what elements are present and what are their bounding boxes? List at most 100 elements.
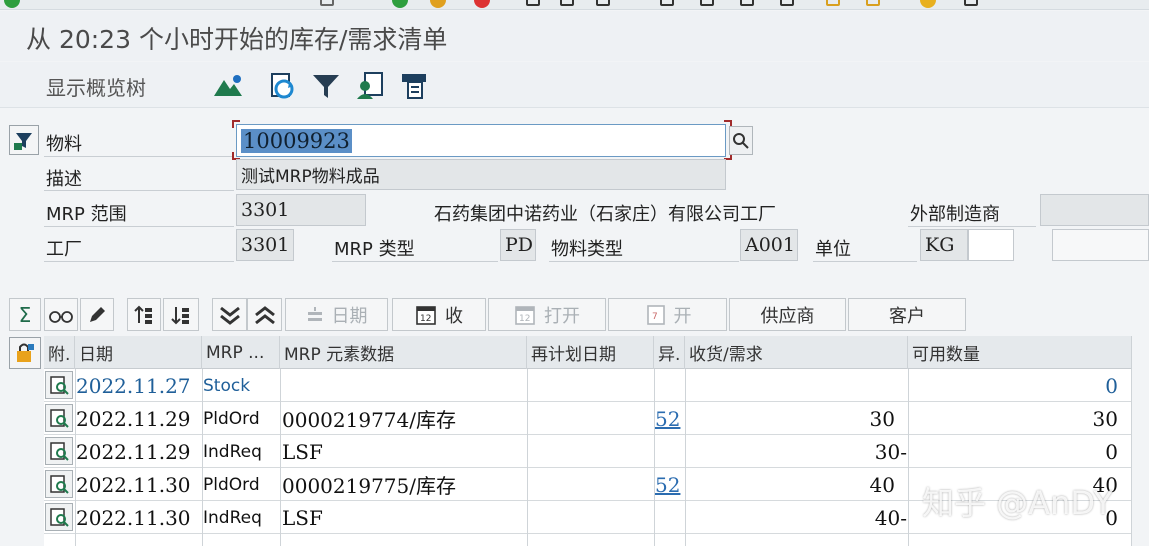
calendar-page-icon: 7 bbox=[646, 304, 665, 325]
column-header-mrp-element[interactable]: MRP ... bbox=[202, 336, 280, 369]
row-mrp-element: IndReq bbox=[203, 507, 262, 528]
person-icon[interactable] bbox=[354, 70, 386, 102]
open-button[interactable]: 12 打开 bbox=[488, 298, 606, 331]
refresh-icon[interactable] bbox=[266, 70, 298, 102]
details-icon[interactable] bbox=[45, 470, 73, 498]
first-page-icon[interactable] bbox=[660, 0, 674, 6]
column-header-available-qty[interactable]: 可用数量 bbox=[908, 336, 1132, 369]
mrp-area-field: 3301 bbox=[236, 194, 366, 226]
row-mrp-element: Stock bbox=[203, 375, 251, 396]
row-element-data: LSF bbox=[282, 439, 323, 464]
find-icon[interactable] bbox=[560, 0, 574, 6]
collapse-all-button[interactable] bbox=[212, 298, 247, 331]
layout-icon[interactable] bbox=[964, 0, 978, 6]
column-header-attachment[interactable]: 附. bbox=[44, 336, 75, 369]
print-icon[interactable] bbox=[526, 0, 540, 6]
plant-name-text: 石药集团中诺药业（石家庄）有限公司工厂 bbox=[434, 204, 776, 225]
new-session-icon[interactable] bbox=[826, 0, 840, 6]
layout-icon[interactable] bbox=[398, 70, 430, 102]
sort-descending-button[interactable] bbox=[163, 298, 199, 331]
enter-icon[interactable] bbox=[4, 0, 20, 8]
row-receipt-qty: 30- bbox=[874, 439, 907, 464]
find-next-icon[interactable] bbox=[596, 0, 610, 6]
row-mrp-element: PldOrd bbox=[203, 408, 260, 429]
unit-extra-field bbox=[968, 229, 1014, 261]
save-icon[interactable] bbox=[320, 0, 334, 6]
page-title: 从 20:23 个小时开始的库存/需求清单 bbox=[26, 25, 448, 54]
expand-all-button[interactable] bbox=[247, 298, 282, 331]
double-chevron-down-icon bbox=[219, 306, 240, 325]
date-icon bbox=[307, 306, 322, 321]
material-input[interactable]: 10009923 bbox=[236, 124, 726, 157]
row-element-data: LSF bbox=[282, 505, 323, 530]
plant-label: 工厂 bbox=[46, 239, 82, 260]
row-date: 2022.11.30 bbox=[76, 472, 191, 497]
svg-text:7: 7 bbox=[652, 312, 658, 322]
receipt-button[interactable]: 12 收 bbox=[392, 298, 486, 331]
row-date: 2022.11.29 bbox=[76, 406, 191, 431]
row-exception-link[interactable]: 52 bbox=[655, 468, 680, 501]
sort-descending-icon bbox=[171, 306, 189, 324]
row-exception-link[interactable]: 52 bbox=[655, 402, 680, 435]
sum-button[interactable]: Σ bbox=[9, 298, 41, 331]
description-field: 测试MRP物料成品 bbox=[236, 159, 726, 190]
row-date: 2022.11.29 bbox=[76, 439, 191, 464]
column-header-element-data[interactable]: MRP 元素数据 bbox=[280, 336, 527, 369]
header-toggle-button[interactable] bbox=[9, 125, 39, 155]
details-icon[interactable] bbox=[45, 404, 73, 432]
supplier-button[interactable]: 供应商 bbox=[729, 298, 846, 331]
cancel-icon[interactable] bbox=[474, 0, 490, 8]
material-type-label: 物料类型 bbox=[551, 239, 623, 260]
date-button[interactable]: 日期 bbox=[285, 298, 388, 331]
mrp-type-field: PD bbox=[500, 229, 536, 261]
receipt-button-label: 收 bbox=[445, 305, 463, 327]
last-page-icon[interactable] bbox=[780, 0, 794, 6]
row-mrp-element: IndReq bbox=[203, 441, 262, 462]
customer-button[interactable]: 客户 bbox=[848, 298, 966, 331]
material-value: 10009923 bbox=[241, 128, 352, 153]
sort-ascending-button[interactable] bbox=[127, 298, 161, 331]
column-header-date[interactable]: 日期 bbox=[75, 336, 202, 369]
row-element-data: 0000219775/库存 bbox=[282, 474, 456, 498]
help-icon[interactable] bbox=[920, 0, 936, 8]
application-toolbar bbox=[0, 62, 1149, 108]
glasses-icon bbox=[49, 310, 73, 323]
calendar-icon: 12 bbox=[416, 305, 436, 325]
column-header-exception[interactable]: 异. bbox=[654, 336, 685, 369]
show-overview-tree-button[interactable]: 显示概览树 bbox=[46, 72, 146, 101]
column-header-reschedule-date[interactable]: 再计划日期 bbox=[527, 336, 654, 369]
details-button[interactable] bbox=[44, 298, 78, 331]
mountain-icon[interactable] bbox=[212, 70, 244, 102]
mrp-type-label: MRP 类型 bbox=[334, 239, 415, 260]
edit-button[interactable] bbox=[80, 298, 114, 331]
exit-icon[interactable] bbox=[430, 0, 446, 8]
open-next-button-label: 开 bbox=[673, 305, 692, 327]
material-label: 物料 bbox=[46, 134, 82, 155]
calendar-disabled-icon: 12 bbox=[515, 305, 535, 325]
prev-page-icon[interactable] bbox=[700, 0, 714, 6]
shortcut-icon[interactable] bbox=[866, 0, 880, 6]
filter-icon[interactable] bbox=[310, 70, 342, 102]
material-type-field: A001 bbox=[740, 229, 798, 261]
details-icon[interactable] bbox=[45, 503, 73, 531]
next-page-icon[interactable] bbox=[740, 0, 754, 6]
row-element-data: 0000219774/库存 bbox=[282, 408, 456, 432]
table-row[interactable] bbox=[44, 534, 1132, 546]
details-icon[interactable] bbox=[45, 437, 73, 465]
column-header-receipt-requirement[interactable]: 收货/需求 bbox=[685, 336, 908, 369]
unit-label: 单位 bbox=[815, 239, 851, 260]
search-help-icon[interactable] bbox=[729, 126, 753, 155]
row-receipt-qty: 40- bbox=[874, 505, 907, 530]
details-icon[interactable] bbox=[45, 371, 73, 399]
date-button-label: 日期 bbox=[331, 305, 368, 327]
row-receipt-qty: 30 bbox=[869, 406, 895, 431]
row-mrp-element: PldOrd bbox=[203, 474, 260, 495]
back-icon[interactable] bbox=[392, 0, 408, 8]
row-date: 2022.11.30 bbox=[76, 505, 191, 530]
plant-field: 3301 bbox=[236, 229, 294, 261]
row-receipt-qty: 40 bbox=[869, 472, 895, 497]
svg-text:12: 12 bbox=[519, 314, 530, 324]
open-next-button[interactable]: 7 开 bbox=[608, 298, 727, 331]
layout-settings-button[interactable] bbox=[9, 337, 41, 369]
row-available-qty: 30 bbox=[1092, 406, 1118, 431]
